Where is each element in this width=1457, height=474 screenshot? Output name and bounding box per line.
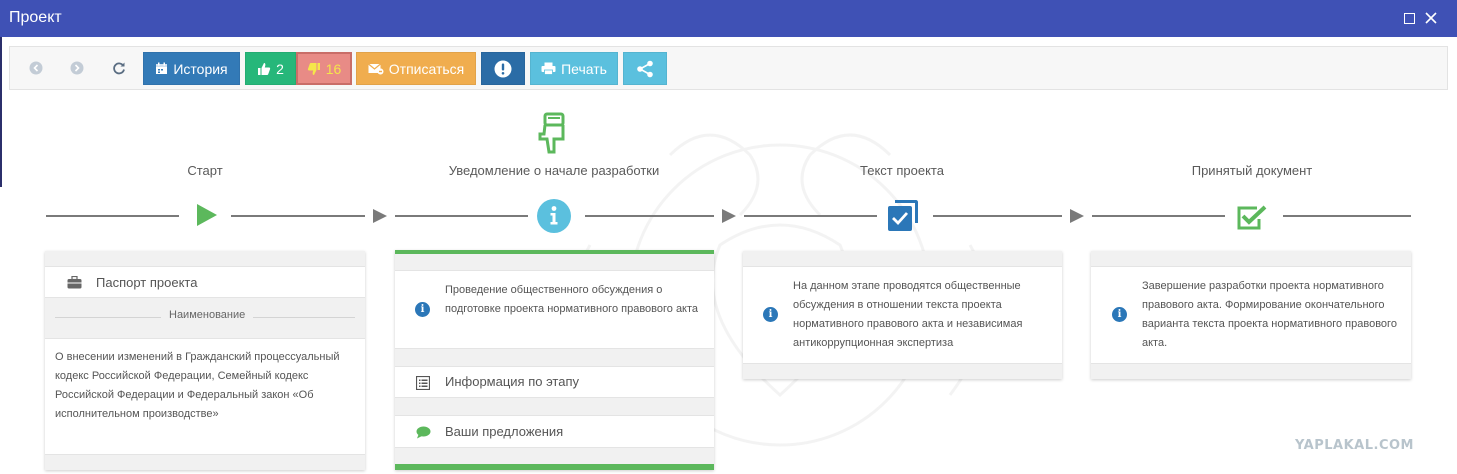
timeline-segment: [744, 215, 877, 217]
unsubscribe-label: Отписаться: [388, 60, 465, 77]
likes-count: 2: [276, 60, 284, 77]
text-project-description: На данном этапе проводятся общественные …: [793, 280, 1023, 349]
timeline-segment: [395, 215, 528, 217]
active-bottom-bar: [395, 464, 714, 470]
timeline-segment: [933, 215, 1062, 217]
close-icon: [1425, 12, 1437, 24]
report-button[interactable]: [481, 52, 525, 85]
stage-label-text: Текст проекта: [860, 163, 944, 178]
share-button[interactable]: [623, 52, 667, 85]
calendar-icon: [156, 62, 168, 74]
copy-check-icon: [888, 200, 918, 231]
stage-notice-node[interactable]: [537, 199, 571, 233]
timeline-arrow-icon: [1070, 209, 1084, 223]
printer-icon: [541, 62, 556, 75]
timeline-arrow-icon: [373, 209, 387, 223]
timeline-segment: [46, 215, 179, 217]
name-header-label: Наименование: [161, 309, 254, 321]
active-top-bar: [395, 250, 714, 254]
stage-label-start: Старт: [187, 163, 223, 178]
stage-info-row[interactable]: Информация по этапу: [395, 366, 714, 398]
name-header: Наименование: [55, 309, 355, 325]
info-icon: [550, 206, 558, 225]
close-button[interactable]: [1423, 10, 1439, 26]
notice-description: Проведение общественного обсуждения о по…: [445, 284, 699, 315]
print-label: Печать: [561, 60, 607, 77]
start-card: Паспорт проекта Наименование О внесении …: [45, 251, 365, 470]
proposals-label: Ваши предложения: [445, 424, 564, 439]
stage-label-accepted: Принятый документ: [1191, 163, 1313, 178]
thumbs-down-icon: [307, 62, 320, 75]
passport-row[interactable]: Паспорт проекта: [45, 266, 365, 298]
accepted-doc-card: i Завершение разработки проекта норматив…: [1091, 251, 1411, 379]
project-name-text: О внесении изменений в Гражданский проце…: [55, 351, 340, 420]
checkbox-checked-icon: [1237, 205, 1267, 230]
maximize-button[interactable]: [1402, 10, 1418, 26]
exclamation-circle-icon: [494, 60, 512, 77]
share-icon: [637, 60, 653, 77]
maximize-icon: [1404, 13, 1415, 24]
dislikes-count: 16: [325, 60, 342, 77]
forward-button[interactable]: [68, 59, 86, 77]
timeline-segment: [1283, 215, 1411, 217]
dislike-button[interactable]: 16: [296, 52, 352, 85]
info-icon: i: [1112, 307, 1127, 322]
timeline-segment: [231, 215, 365, 217]
toolbar: История 2 16 Отписаться Печать: [9, 46, 1448, 90]
info-icon: i: [763, 307, 778, 322]
hand-pointer-icon: [538, 112, 565, 154]
stage-info-label: Информация по этапу: [445, 374, 580, 389]
notice-card: i Проведение общественного обсуждения о …: [395, 250, 714, 470]
play-icon: [197, 204, 217, 226]
back-button[interactable]: [27, 59, 45, 77]
unsubscribe-button[interactable]: Отписаться: [356, 52, 476, 85]
arrow-right-circle-icon: [70, 61, 84, 75]
arrow-left-circle-icon: [29, 61, 43, 75]
passport-label: Паспорт проекта: [96, 275, 198, 290]
title-bar: Проект: [0, 0, 1457, 37]
project-window: Проект История 2 16 Отписаться Печать Ст…: [0, 0, 1457, 474]
window-edge: [0, 37, 2, 187]
info-icon: i: [415, 302, 430, 317]
refresh-icon: [113, 62, 125, 75]
name-value-box: О внесении изменений в Гражданский проце…: [45, 338, 365, 455]
accepted-description: Завершение разработки проекта нормативно…: [1142, 280, 1397, 349]
accepted-description-box: i Завершение разработки проекта норматив…: [1091, 266, 1411, 364]
refresh-button[interactable]: [110, 59, 128, 77]
thumbs-up-icon: [258, 62, 271, 75]
text-project-card: i На данном этапе проводятся общественны…: [743, 251, 1062, 379]
timeline-segment: [1092, 215, 1225, 217]
proposals-row[interactable]: Ваши предложения: [395, 415, 714, 448]
window-title: Проект: [9, 9, 62, 26]
history-button[interactable]: История: [143, 52, 240, 85]
history-label: История: [173, 60, 228, 77]
text-description-box: i На данном этапе проводятся общественны…: [743, 266, 1062, 364]
briefcase-icon: [67, 276, 82, 289]
envelope-icon: [367, 63, 384, 75]
timeline-arrow-icon: [722, 209, 736, 223]
timeline-segment: [585, 215, 714, 217]
like-button[interactable]: 2: [245, 52, 296, 85]
site-watermark: YAPLAKAL.COM: [1295, 438, 1414, 453]
notice-description-box: i Проведение общественного обсуждения о …: [395, 270, 714, 349]
print-button[interactable]: Печать: [530, 52, 618, 85]
stage-label-notice: Уведомление о начале разработки: [448, 163, 660, 178]
list-alt-icon: [416, 376, 430, 390]
comment-icon: [416, 426, 431, 439]
